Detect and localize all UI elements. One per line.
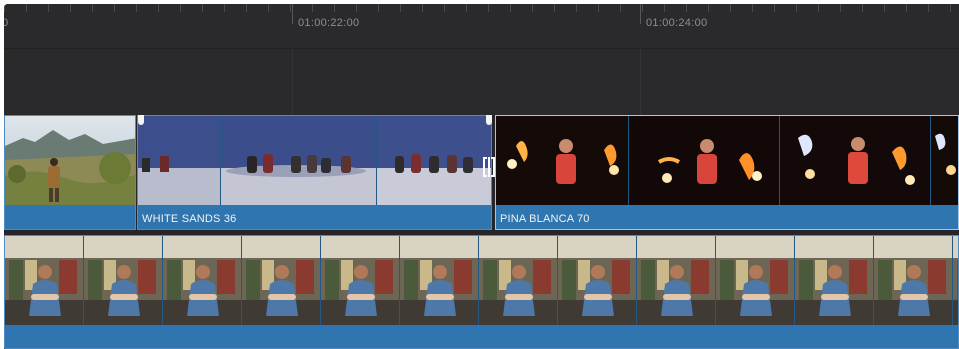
- ruler-minor-tick: [774, 4, 775, 12]
- thumbnail-man-in-shop: [84, 236, 163, 325]
- ruler-minor-tick: [950, 4, 951, 12]
- ruler-minor-tick: [642, 4, 643, 12]
- thumbnail-fire-dancer: [780, 116, 931, 205]
- thumbnail-group-on-dunes: [138, 116, 221, 205]
- ruler-minor-tick: [444, 4, 445, 12]
- ruler-minor-tick: [510, 4, 511, 12]
- ruler-minor-tick: [862, 4, 863, 12]
- ruler-minor-tick: [752, 4, 753, 12]
- clip-thumbnails: [138, 116, 491, 205]
- ruler-minor-tick: [488, 4, 489, 12]
- ruler-minor-tick: [818, 4, 819, 12]
- clip-man-in-shop[interactable]: [4, 235, 959, 349]
- ruler-minor-tick: [576, 4, 577, 12]
- thumbnail-man-in-shop: [953, 236, 958, 325]
- edit-point-handle-icon[interactable]: [486, 115, 492, 125]
- ruler-minor-tick: [48, 4, 49, 12]
- ruler-minor-tick: [268, 4, 269, 12]
- ruler-major-tick: [292, 4, 293, 24]
- thumbnail-man-in-shop: [716, 236, 795, 325]
- ruler-major-tick: [640, 4, 641, 24]
- empty-track-area[interactable]: [4, 49, 959, 115]
- grid-line: [292, 49, 293, 115]
- ruler-minor-tick: [180, 4, 181, 12]
- ruler-minor-tick: [114, 4, 115, 12]
- ruler-minor-tick: [554, 4, 555, 12]
- ruler-minor-tick: [312, 4, 313, 12]
- thumbnail-group-on-dunes: [221, 116, 377, 205]
- thumbnail-hiker-in-desert: [5, 116, 135, 205]
- clip-label: PINA BLANCA 70: [500, 213, 590, 225]
- thumbnail-man-in-shop: [558, 236, 637, 325]
- thumbnail-man-in-shop: [321, 236, 400, 325]
- ruler-minor-tick: [202, 4, 203, 12]
- clip-label: WHITE SANDS 36: [142, 213, 237, 225]
- thumbnail-fire-dancer: [629, 116, 780, 205]
- ruler-minor-tick: [796, 4, 797, 12]
- ruler-timecode-22: 01:00:22:00: [298, 17, 360, 29]
- trim-cursor-icon: [483, 157, 495, 177]
- thumbnail-fire-dancer: [496, 116, 629, 205]
- ruler-minor-tick: [4, 4, 5, 12]
- clip-hiker[interactable]: [4, 115, 136, 230]
- clip-thumbnails: [5, 116, 135, 205]
- thumbnail-group-on-dunes: [377, 116, 491, 205]
- ruler-minor-tick: [378, 4, 379, 12]
- clip-white-sands-36[interactable]: WHITE SANDS 36: [137, 115, 492, 230]
- thumbnail-man-in-shop: [874, 236, 953, 325]
- ruler-timecode-start: 0: [4, 17, 9, 29]
- edit-point-handle-icon[interactable]: [138, 115, 144, 125]
- timeline-panel: 0 01:00:22:00 01:00:24:00 WHITE SANDS 36…: [4, 4, 959, 349]
- ruler-minor-tick: [906, 4, 907, 12]
- ruler-minor-tick: [92, 4, 93, 12]
- ruler-minor-tick: [224, 4, 225, 12]
- timecode-ruler[interactable]: 0 01:00:22:00 01:00:24:00: [4, 4, 959, 49]
- ruler-minor-tick: [840, 4, 841, 12]
- thumbnail-man-in-shop: [637, 236, 716, 325]
- ruler-minor-tick: [334, 4, 335, 12]
- ruler-minor-tick: [532, 4, 533, 12]
- ruler-minor-tick: [70, 4, 71, 12]
- ruler-timecode-24: 01:00:24:00: [646, 17, 708, 29]
- clip-thumbnails: [5, 236, 958, 325]
- clip-pina-blanca-70[interactable]: PINA BLANCA 70: [495, 115, 959, 230]
- ruler-minor-tick: [598, 4, 599, 12]
- ruler-minor-tick: [246, 4, 247, 12]
- ruler-minor-tick: [158, 4, 159, 12]
- ruler-minor-tick: [884, 4, 885, 12]
- clip-thumbnails: [496, 116, 958, 205]
- thumbnail-man-in-shop: [5, 236, 84, 325]
- thumbnail-man-in-shop: [163, 236, 242, 325]
- ruler-minor-tick: [730, 4, 731, 12]
- ruler-minor-tick: [620, 4, 621, 12]
- ruler-minor-tick: [686, 4, 687, 12]
- ruler-minor-tick: [26, 4, 27, 12]
- ruler-minor-tick: [136, 4, 137, 12]
- thumbnail-man-in-shop: [795, 236, 874, 325]
- thumbnail-man-in-shop: [400, 236, 479, 325]
- ruler-minor-tick: [356, 4, 357, 12]
- ruler-minor-tick: [664, 4, 665, 12]
- thumbnail-man-in-shop: [479, 236, 558, 325]
- ruler-minor-tick: [708, 4, 709, 12]
- ruler-minor-tick: [422, 4, 423, 12]
- grid-line: [640, 49, 641, 115]
- ruler-minor-tick: [400, 4, 401, 12]
- thumbnail-man-in-shop: [242, 236, 321, 325]
- ruler-minor-tick: [928, 4, 929, 12]
- thumbnail-fire-dancer: [931, 116, 958, 205]
- ruler-minor-tick: [290, 4, 291, 12]
- ruler-minor-tick: [466, 4, 467, 12]
